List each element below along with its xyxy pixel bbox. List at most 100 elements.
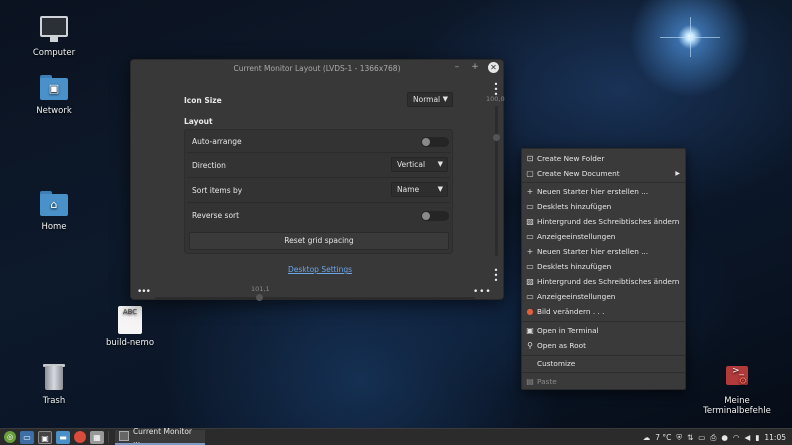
clock[interactable]: 11:05	[764, 430, 786, 445]
menu-item-label: Paste	[537, 377, 557, 386]
desktop-icon-home[interactable]: ⌂ Home	[19, 190, 89, 232]
menu-item-label: Hintergrund des Schreibtisches ändern	[537, 277, 680, 286]
menu-item-open-terminal[interactable]: ▣ Open in Terminal	[522, 323, 685, 338]
icon-size-value: Normal	[413, 95, 441, 104]
minimize-button[interactable]: –	[452, 62, 462, 73]
menu-item-edit-image[interactable]: ● Bild verändern . . .	[522, 304, 685, 319]
desktop-icon-trash[interactable]: Trash	[19, 364, 89, 406]
desklet-icon: ▭	[526, 202, 534, 211]
computer-icon	[40, 16, 68, 44]
menu-item-label: Anzeigeeinstellungen	[537, 232, 616, 241]
icon-size-dropdown[interactable]: Normal ▼	[407, 92, 453, 107]
files-launcher-icon[interactable]: ▬	[56, 430, 70, 444]
terminal-launcher-icon[interactable]: ▣	[38, 430, 52, 444]
desktop-icon-label-line2: Terminalbefehle	[703, 406, 771, 416]
direction-dropdown[interactable]: Vertical ▼	[391, 157, 448, 172]
menu-item-label: Bild verändern . . .	[537, 307, 605, 316]
sort-by-dropdown[interactable]: Name ▼	[391, 182, 448, 197]
menu-item-add-desklets[interactable]: ▭ Desklets hinzufügen	[522, 199, 685, 214]
menu-item-label: Create New Document	[537, 169, 620, 178]
terminal-script-icon: >_ ⚙	[723, 364, 751, 392]
desktop-icon-terminal-commands[interactable]: >_ ⚙ Meine Terminalbefehle	[702, 364, 772, 416]
reset-grid-spacing-button[interactable]: Reset grid spacing	[189, 232, 449, 250]
menu-item-customize[interactable]: Customize	[522, 356, 685, 371]
chevron-down-icon: ▼	[442, 95, 448, 103]
wallpaper-icon: ▨	[526, 217, 534, 226]
home-folder-icon: ⌂	[40, 190, 68, 218]
chrome-launcher-icon[interactable]	[74, 431, 86, 443]
menu-item-display-settings[interactable]: ▭ Anzeigeeinstellungen	[522, 289, 685, 304]
desktop-icon-computer[interactable]: Computer	[19, 16, 89, 58]
screenshot-icon[interactable]: ▭	[698, 430, 705, 445]
horizontal-slider-handle[interactable]	[256, 294, 263, 301]
desktop-icon-label: Trash	[42, 396, 66, 406]
menu-item-change-background[interactable]: ▨ Hintergrund des Schreibtisches ändern	[522, 214, 685, 229]
menu-item-open-as-root[interactable]: ⚲ Open as Root	[522, 338, 685, 353]
plus-icon: +	[526, 187, 534, 196]
maximize-button[interactable]: +	[470, 62, 480, 73]
display-icon: ▭	[526, 292, 534, 301]
menu-item-label: Desklets hinzufügen	[537, 202, 612, 211]
direction-label: Direction	[192, 161, 226, 170]
paste-icon: ▤	[526, 377, 534, 386]
new-folder-icon: ⊡	[526, 154, 534, 163]
horizontal-slider[interactable]	[155, 294, 475, 301]
edit-image-icon: ●	[526, 307, 534, 316]
menu-item-create-document[interactable]: ▢ Create New Document ▶	[522, 166, 685, 181]
desktop-icon-network[interactable]: ▣ Network	[19, 74, 89, 116]
desktop-icon-label: Computer	[32, 48, 76, 58]
menu-item-label: Customize	[537, 359, 576, 368]
close-button[interactable]: ✕	[488, 62, 499, 73]
printer-icon[interactable]: ⎙	[710, 430, 716, 445]
shield-icon[interactable]: ⛨	[676, 430, 682, 445]
menu-item-label: Hintergrund des Schreibtisches ändern	[537, 217, 680, 226]
volume-icon[interactable]: ◀	[744, 430, 750, 445]
desktop-icon-label: Home	[41, 222, 67, 232]
menu-item-new-launcher[interactable]: + Neuen Starter hier erstellen ...	[522, 184, 685, 199]
menu-item-label: Neuen Starter hier erstellen ...	[537, 187, 649, 196]
menu-item-display-settings[interactable]: ▭ Anzeigeeinstellungen	[522, 229, 685, 244]
wallpaper-icon: ▨	[526, 277, 534, 286]
desktop-settings-link[interactable]: Desktop Settings	[288, 265, 352, 274]
vertical-slider-handle[interactable]	[493, 134, 500, 141]
reverse-sort-toggle[interactable]	[421, 211, 449, 221]
menu-item-label: Anzeigeeinstellungen	[537, 292, 616, 301]
network-icon[interactable]: ⇅	[687, 430, 693, 445]
dialog-titlebar[interactable]: Current Monitor Layout (LVDS-1 - 1366x76…	[131, 60, 503, 76]
layout-heading: Layout	[184, 117, 213, 126]
more-horizontal-icon[interactable]: •••	[137, 287, 151, 297]
desktop-icon-label: build-nemo	[105, 338, 155, 348]
chevron-down-icon: ▼	[437, 185, 443, 193]
calculator-launcher-icon[interactable]: ▦	[90, 430, 104, 444]
mint-menu-icon[interactable]: ◎	[4, 431, 16, 443]
desktop-icon-label: Network	[36, 106, 72, 116]
network-folder-icon: ▣	[40, 74, 68, 102]
desklet-icon: ▭	[526, 262, 534, 271]
menu-item-add-desklets[interactable]: ▭ Desklets hinzufügen	[522, 259, 685, 274]
more-horizontal-icon[interactable]: • • •	[473, 287, 491, 297]
icon-size-label: Icon Size	[184, 96, 222, 105]
user-icon[interactable]: ●	[721, 430, 728, 445]
taskbar-window-button[interactable]: Current Monitor ...	[115, 427, 205, 445]
menu-item-new-launcher[interactable]: + Neuen Starter hier erstellen ...	[522, 244, 685, 259]
weather-icon[interactable]: ☁	[643, 430, 651, 445]
desktop-icon-build-nemo[interactable]: ABC build-nemo	[95, 306, 165, 348]
menu-item-create-folder[interactable]: ⊡ Create New Folder	[522, 151, 685, 166]
auto-arrange-label: Auto-arrange	[192, 137, 242, 146]
menu-item-label: Create New Folder	[537, 154, 605, 163]
show-desktop-icon[interactable]: ▭	[20, 430, 34, 444]
menu-item-change-background[interactable]: ▨ Hintergrund des Schreibtisches ändern	[522, 274, 685, 289]
wifi-icon[interactable]: ◠	[733, 430, 740, 445]
battery-icon[interactable]: ▮	[755, 430, 759, 445]
auto-arrange-toggle[interactable]	[421, 137, 449, 147]
more-vertical-icon[interactable]: • • •	[493, 267, 499, 285]
new-document-icon: ▢	[526, 169, 534, 178]
vertical-slider[interactable]	[493, 106, 500, 256]
system-tray: ☁ 7 °C ⛨ ⇅ ▭ ⎙ ● ◠ ◀ ▮ 11:05	[643, 430, 786, 445]
menu-item-label: Desklets hinzufügen	[537, 262, 612, 271]
menu-item-label: Neuen Starter hier erstellen ...	[537, 247, 649, 256]
sort-by-label: Sort items by	[192, 186, 243, 195]
chevron-down-icon: ▼	[437, 160, 443, 168]
more-vertical-icon[interactable]: • • •	[493, 81, 499, 99]
weather-temp[interactable]: 7 °C	[655, 430, 671, 445]
